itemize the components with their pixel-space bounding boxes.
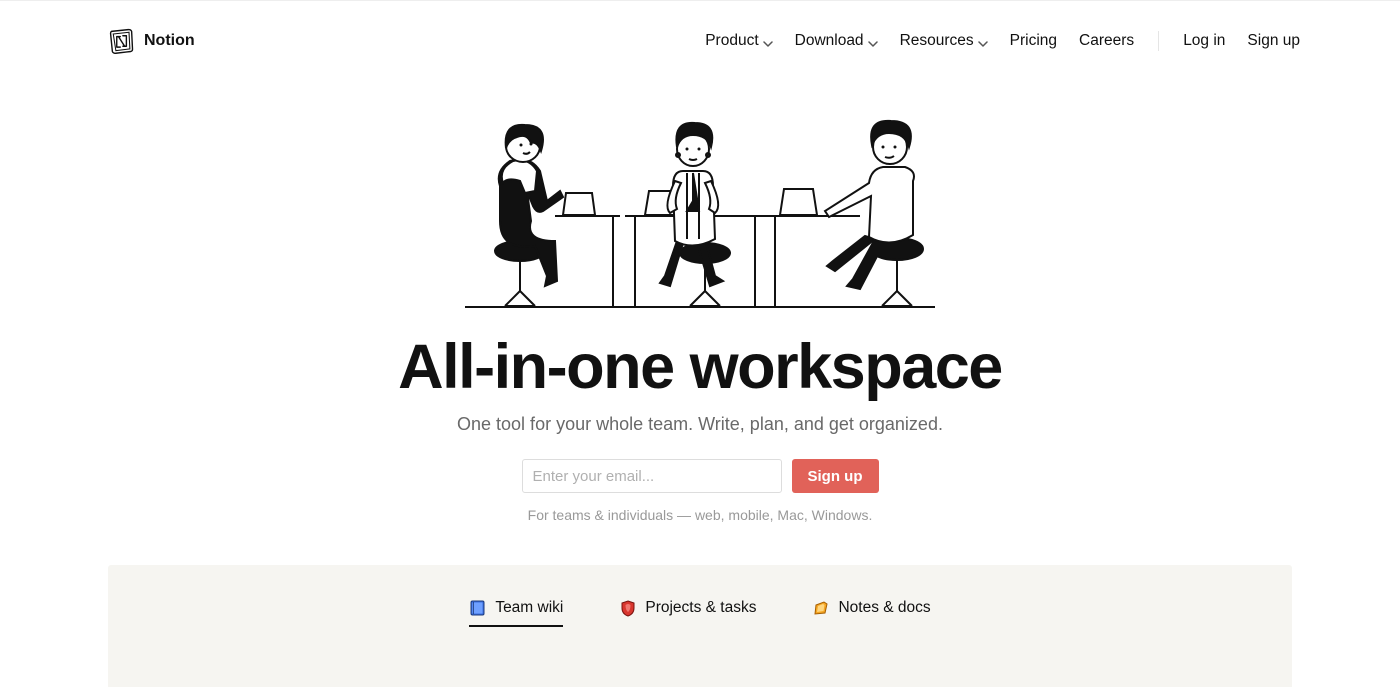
feature-tabs: Team wiki Projects & tasks Notes & docs bbox=[108, 599, 1292, 627]
chevron-down-icon bbox=[763, 36, 773, 46]
nav-label: Download bbox=[795, 32, 864, 50]
tab-label: Team wiki bbox=[495, 599, 563, 617]
hero-section: All-in-one workspace One tool for your w… bbox=[0, 111, 1400, 523]
nav-download[interactable]: Download bbox=[795, 32, 878, 50]
note-icon bbox=[812, 599, 830, 617]
nav-label: Resources bbox=[900, 32, 974, 50]
nav-signup[interactable]: Sign up bbox=[1247, 32, 1300, 50]
nav-pricing[interactable]: Pricing bbox=[1010, 32, 1057, 50]
hero-subtitle: One tool for your whole team. Write, pla… bbox=[20, 414, 1380, 435]
nav-auth: Log in Sign up bbox=[1183, 32, 1300, 50]
nav-label: Log in bbox=[1183, 32, 1225, 50]
hero-illustration-icon bbox=[465, 111, 935, 311]
tab-label: Notes & docs bbox=[838, 599, 930, 617]
shield-icon bbox=[619, 599, 637, 617]
hero-title: All-in-one workspace bbox=[20, 333, 1380, 402]
chevron-down-icon bbox=[978, 36, 988, 46]
nav-label: Careers bbox=[1079, 32, 1134, 50]
signup-button[interactable]: Sign up bbox=[792, 459, 879, 493]
brand-name: Notion bbox=[144, 32, 195, 50]
site-header: Notion Product Download Resources bbox=[0, 1, 1400, 81]
nav-primary: Product Download Resources Pricing bbox=[705, 32, 1134, 50]
nav-login[interactable]: Log in bbox=[1183, 32, 1225, 50]
tab-label: Projects & tasks bbox=[645, 599, 756, 617]
nav-label: Sign up bbox=[1247, 32, 1300, 50]
tab-projects-tasks[interactable]: Projects & tasks bbox=[619, 599, 756, 627]
signup-form: Sign up bbox=[20, 459, 1380, 493]
nav-label: Product bbox=[705, 32, 758, 50]
nav-product[interactable]: Product bbox=[705, 32, 772, 50]
nav-label: Pricing bbox=[1010, 32, 1057, 50]
book-icon bbox=[469, 599, 487, 617]
tab-team-wiki[interactable]: Team wiki bbox=[469, 599, 563, 627]
nav-resources[interactable]: Resources bbox=[900, 32, 988, 50]
tab-notes-docs[interactable]: Notes & docs bbox=[812, 599, 930, 627]
feature-tabs-section: Team wiki Projects & tasks Notes & docs bbox=[108, 565, 1292, 687]
notion-logo-icon bbox=[108, 27, 136, 55]
signup-subnote: For teams & individuals — web, mobile, M… bbox=[20, 507, 1380, 523]
email-input[interactable] bbox=[522, 459, 782, 493]
main-nav: Product Download Resources Pricing bbox=[705, 31, 1300, 51]
nav-careers[interactable]: Careers bbox=[1079, 32, 1134, 50]
chevron-down-icon bbox=[868, 36, 878, 46]
nav-separator bbox=[1158, 31, 1159, 51]
brand[interactable]: Notion bbox=[108, 27, 195, 55]
